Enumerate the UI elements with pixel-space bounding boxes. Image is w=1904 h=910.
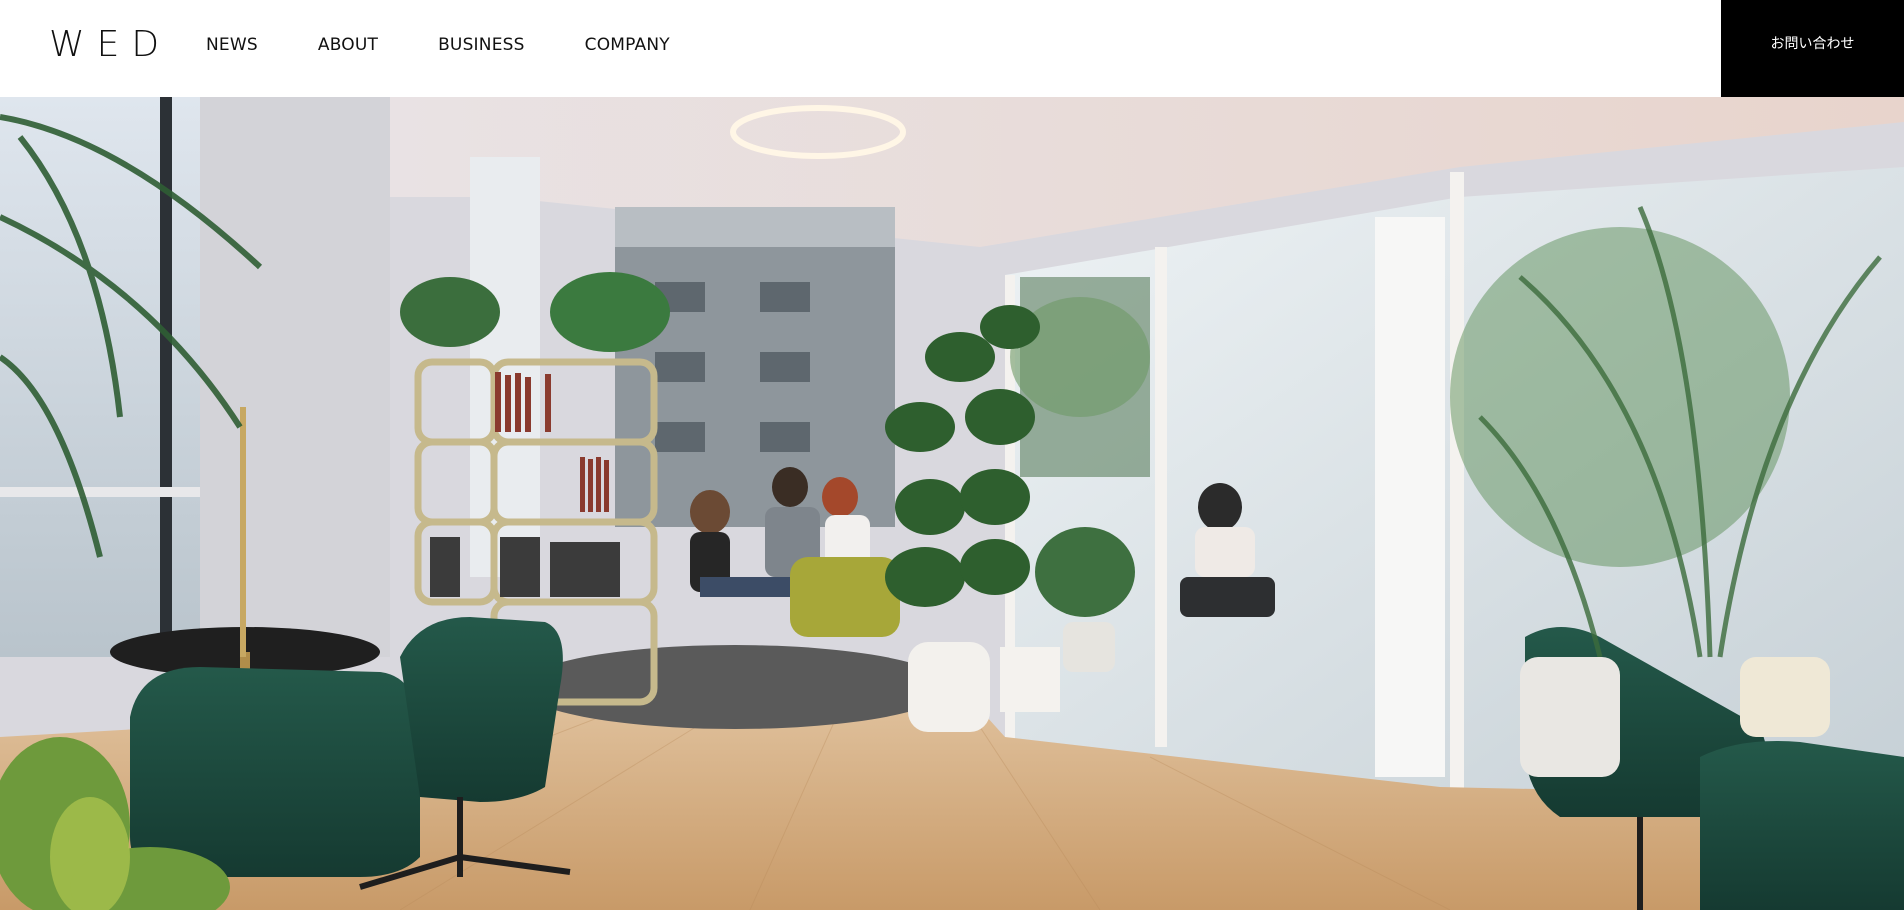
nav-news-link[interactable]: NEWS (206, 35, 258, 55)
nav-company-link[interactable]: COMPANY (585, 35, 670, 55)
nav-about-link[interactable]: ABOUT (318, 35, 378, 55)
main-nav: NEWS ABOUT BUSINESS COMPANY (206, 0, 730, 90)
site-header: WED NEWS ABOUT BUSINESS COMPANY お問い合わせ (0, 0, 1904, 97)
contact-button[interactable]: お問い合わせ (1721, 0, 1904, 97)
office-lounge-photo (0, 97, 1904, 910)
site-logo[interactable]: WED (49, 24, 171, 66)
hero-image (0, 97, 1904, 910)
nav-business-link[interactable]: BUSINESS (438, 35, 525, 55)
